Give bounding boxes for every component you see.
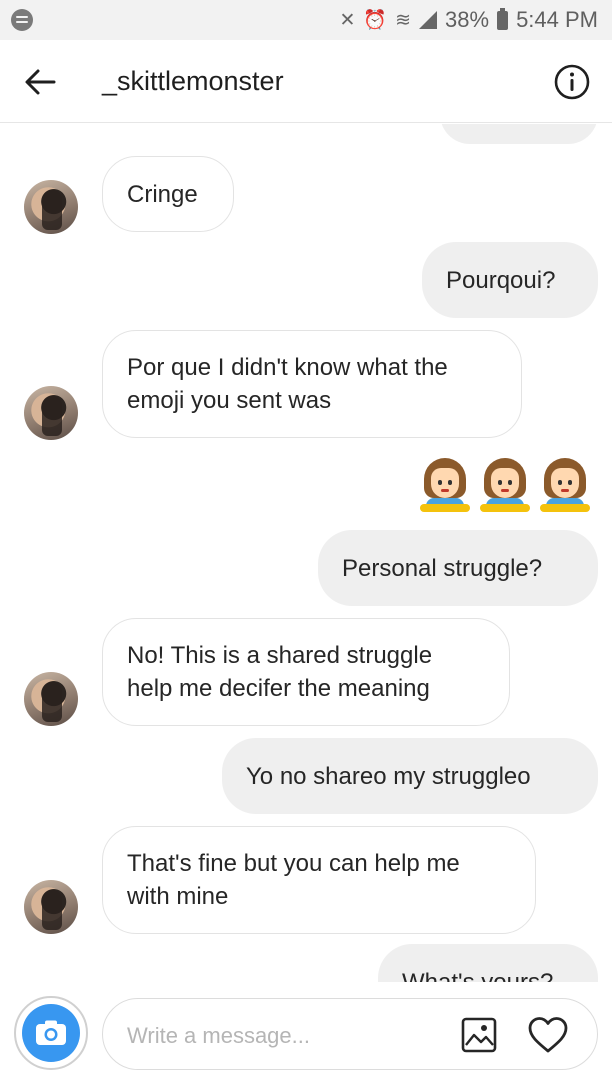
girl-raising-hand-emoji bbox=[478, 456, 532, 516]
message-bubble-outgoing[interactable]: Yo no shareo my struggleo bbox=[222, 738, 598, 814]
avatar[interactable] bbox=[24, 880, 78, 934]
message-line: with mine bbox=[127, 883, 229, 910]
message-text: Personal struggle? bbox=[342, 554, 543, 582]
message-bubble-incoming[interactable]: Por que I didn't know what the emoji you… bbox=[102, 330, 522, 438]
camera-button[interactable] bbox=[14, 996, 88, 1070]
camera-icon bbox=[22, 1004, 80, 1062]
message-field[interactable] bbox=[102, 998, 598, 1070]
message-text: What's yours? bbox=[402, 968, 554, 983]
info-icon bbox=[554, 64, 590, 100]
message-line: Por que I didn't know what the bbox=[127, 354, 448, 381]
emoji-message[interactable] bbox=[418, 456, 592, 516]
message-bubble-outgoing[interactable] bbox=[440, 124, 598, 144]
signal-icon bbox=[419, 11, 438, 29]
status-bar-right: ✕ ⏰ ≋ 38% 5:44 PM bbox=[340, 6, 599, 34]
status-bar: ✕ ⏰ ≋ 38% 5:44 PM bbox=[0, 0, 612, 40]
avatar[interactable] bbox=[24, 672, 78, 726]
heart-button[interactable] bbox=[527, 1015, 569, 1055]
message-text: Yo no shareo my struggleo bbox=[246, 762, 531, 790]
battery-percent: 38% bbox=[445, 7, 490, 32]
girl-raising-hand-emoji bbox=[418, 456, 472, 516]
app-notification-icon bbox=[11, 9, 33, 31]
message-bubble-outgoing[interactable]: Personal struggle? bbox=[318, 530, 598, 606]
message-line: help me decifer the meaning bbox=[127, 675, 430, 702]
avatar[interactable] bbox=[24, 180, 78, 234]
chat-header: _skittlemonster bbox=[0, 40, 612, 123]
alarm-icon: ⏰ bbox=[363, 10, 388, 31]
wifi-icon: ≋ bbox=[395, 9, 412, 31]
gallery-button[interactable] bbox=[461, 1017, 497, 1053]
message-line: emoji you sent was bbox=[127, 387, 332, 414]
message-thread[interactable]: Cringe Pourqoui? Por que I didn't know w… bbox=[0, 124, 612, 982]
back-arrow-icon bbox=[25, 69, 56, 95]
message-bubble-outgoing[interactable]: What's yours? bbox=[378, 944, 598, 982]
clock: 5:44 PM bbox=[516, 7, 598, 32]
message-line: No! This is a shared struggle bbox=[127, 642, 433, 669]
message-input[interactable] bbox=[127, 1019, 427, 1053]
conversation-title[interactable]: _skittlemonster bbox=[102, 66, 284, 97]
message-bubble-incoming[interactable]: Cringe bbox=[102, 156, 234, 232]
message-text: Cringe bbox=[127, 180, 198, 208]
message-composer bbox=[0, 982, 612, 1088]
message-text: Pourqoui? bbox=[446, 266, 556, 294]
message-bubble-outgoing[interactable]: Pourqoui? bbox=[422, 242, 598, 318]
battery-icon bbox=[497, 7, 509, 30]
gallery-icon bbox=[461, 1017, 497, 1053]
mute-icon: ✕ bbox=[339, 9, 356, 31]
message-bubble-incoming[interactable]: No! This is a shared struggle help me de… bbox=[102, 618, 510, 726]
heart-icon bbox=[528, 1017, 568, 1053]
message-bubble-incoming[interactable]: That's fine but you can help me with min… bbox=[102, 826, 536, 934]
back-button[interactable] bbox=[20, 62, 60, 102]
girl-raising-hand-emoji bbox=[538, 456, 592, 516]
avatar[interactable] bbox=[24, 386, 78, 440]
info-button[interactable] bbox=[552, 62, 592, 102]
message-line: That's fine but you can help me bbox=[127, 850, 460, 877]
